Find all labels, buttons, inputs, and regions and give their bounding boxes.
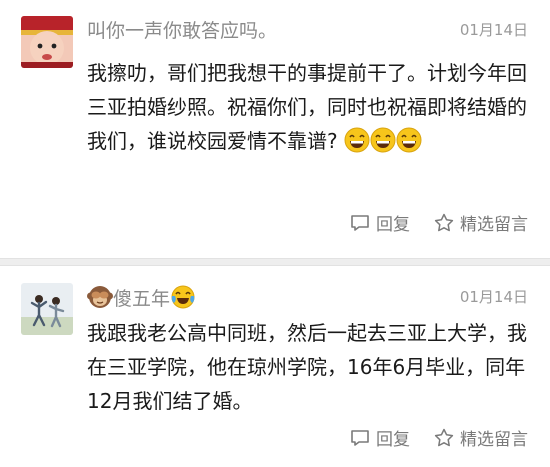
grinning-face-icon (370, 127, 396, 153)
comment-item: 叫你一声你敢答应吗。 01月14日 我擦叻，哥们把我想干的事提前干了。计划今年回… (0, 0, 550, 259)
see-no-evil-monkey-icon (87, 284, 113, 310)
featured-comment-button[interactable]: 精选留言 (434, 425, 528, 450)
reply-label: 回复 (376, 430, 410, 450)
featured-label: 精选留言 (460, 215, 528, 235)
grinning-face-icon (396, 127, 422, 153)
comment-text: 我擦叻，哥们把我想干的事提前干了。计划今年回三亚拍婚纱照。祝福你们，同时也祝福即… (87, 56, 542, 158)
reply-button[interactable]: 回复 (350, 425, 410, 450)
comment-username[interactable]: 傻五年 (87, 284, 196, 311)
comment-actions: 回复 精选留言 (326, 210, 528, 235)
comment-item: 傻五年 01月14日 我跟我老公高中同班，然后一起去三亚上大学，我在三亚学院，他… (0, 260, 550, 467)
comment-date: 01月14日 (459, 21, 528, 39)
comment-bubble-icon (351, 214, 369, 231)
comment-username[interactable]: 叫你一声你敢答应吗。 (87, 16, 277, 43)
comment-text: 我跟我老公高中同班，然后一起去三亚上大学，我在三亚学院，他在琼州学院，16年6月… (87, 321, 527, 413)
avatar[interactable] (21, 283, 73, 335)
comment-bubble-icon (351, 429, 369, 446)
avatar[interactable] (21, 16, 73, 68)
comment-text-content: 我擦叻，哥们把我想干的事提前干了。计划今年回三亚拍婚纱照。祝福你们，同时也祝福即… (87, 61, 527, 153)
comment-username-text: 傻五年 (113, 288, 171, 310)
reply-label: 回复 (376, 215, 410, 235)
comment-date: 01月14日 (459, 288, 528, 306)
grinning-face-icon (344, 127, 370, 153)
star-outline-icon (434, 428, 454, 447)
comment-actions: 回复 精选留言 (326, 425, 528, 450)
featured-label: 精选留言 (460, 430, 528, 450)
star-outline-icon (434, 213, 454, 232)
featured-comment-button[interactable]: 精选留言 (434, 210, 528, 235)
tears-of-joy-icon (170, 284, 196, 310)
reply-button[interactable]: 回复 (350, 210, 410, 235)
